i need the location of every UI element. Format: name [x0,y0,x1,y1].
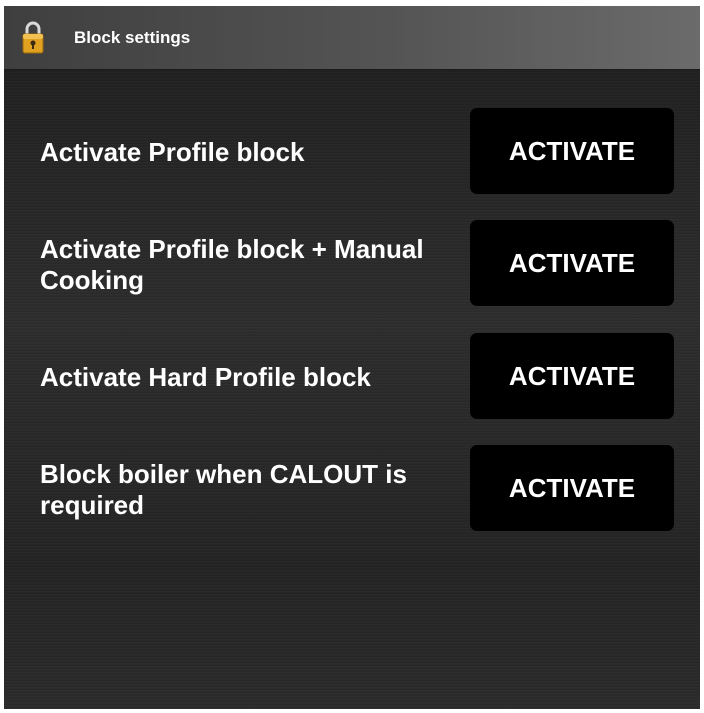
block-settings-panel: Block settings Activate Profile block AC… [4,6,700,709]
window-title: Block settings [74,28,191,47]
row-label-hard-profile-block: Activate Hard Profile block [40,361,371,392]
activate-hard-profile-block-button[interactable]: ACTIVATE [470,333,674,419]
activate-block-boiler-calout-button[interactable]: ACTIVATE [470,445,674,531]
activate-profile-manual-cooking-button[interactable]: ACTIVATE [470,220,674,306]
title-bar: Block settings [4,6,700,70]
row-label-profile-manual-cooking: Activate Profile block + Manual Cooking [40,234,424,295]
activate-profile-block-button[interactable]: ACTIVATE [470,108,674,194]
row-label-block-boiler-calout: Block boiler when CALOUT is required [40,459,407,520]
row-label-profile-block: Activate Profile block [40,136,305,167]
lock-icon [22,20,44,54]
